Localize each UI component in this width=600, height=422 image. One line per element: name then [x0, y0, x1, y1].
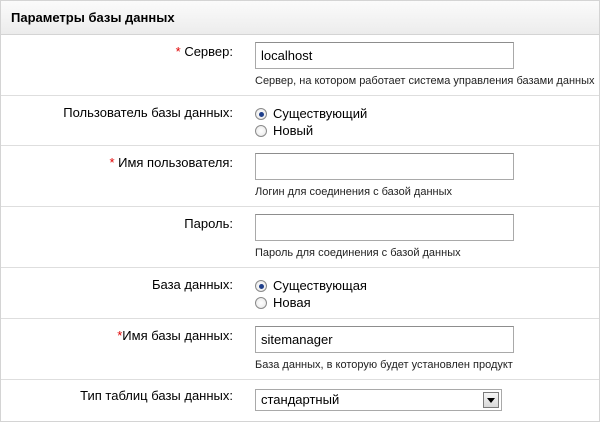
server-input[interactable] — [255, 42, 514, 69]
radio-label: Новый — [273, 123, 314, 138]
radio-button[interactable] — [255, 125, 267, 137]
username-label: * Имя пользователя: — [109, 155, 233, 170]
database-radio-group: Существующая Новая — [255, 278, 367, 312]
username-hint: Логин для соединения с базой данных — [255, 186, 453, 198]
database-label: База данных: — [151, 277, 233, 292]
username-input[interactable] — [255, 153, 514, 180]
db-name-label-text: Имя базы данных: — [122, 328, 233, 343]
table-type-label: Тип таблиц базы данных: — [80, 388, 233, 403]
select-value: стандартный — [261, 392, 340, 407]
dropdown-button[interactable] — [483, 392, 499, 408]
radio-option-new-db[interactable]: Новая — [255, 295, 367, 311]
username-row: * Имя пользователя: Логин для соединения… — [1, 146, 599, 207]
password-label: Пароль: — [184, 216, 233, 231]
server-hint: Сервер, на котором работает система упра… — [255, 75, 595, 87]
db-user-row: Пользователь базы данных: Существующий Н… — [1, 96, 599, 146]
table-type-select[interactable]: стандартный — [255, 389, 502, 411]
db-user-radio-group: Существующий Новый — [255, 106, 367, 140]
password-input[interactable] — [255, 214, 514, 241]
radio-option-existing-db[interactable]: Существующая — [255, 278, 367, 294]
password-row: Пароль: Пароль для соединения с базой да… — [1, 207, 599, 268]
radio-label: Новая — [273, 295, 311, 310]
radio-option-new-user[interactable]: Новый — [255, 123, 367, 139]
table-type-row: Тип таблиц базы данных: стандартный — [1, 380, 599, 421]
required-mark: * — [175, 44, 185, 59]
radio-label: Существующий — [273, 106, 368, 121]
table-type-field: стандартный — [255, 389, 502, 411]
db-name-input[interactable] — [255, 326, 514, 353]
panel-title: Параметры базы данных — [1, 1, 599, 35]
server-label-text: Сервер: — [184, 44, 233, 59]
server-row: * Сервер: Сервер, на котором работает си… — [1, 35, 599, 96]
db-name-row: *Имя базы данных: База данных, в которую… — [1, 319, 599, 380]
radio-button-checked[interactable] — [255, 108, 267, 120]
username-field: Логин для соединения с базой данных — [255, 153, 514, 198]
db-name-field: База данных, в которую будет установлен … — [255, 326, 514, 371]
db-name-label: *Имя базы данных: — [117, 328, 233, 343]
radio-button-checked[interactable] — [255, 280, 267, 292]
password-field: Пароль для соединения с базой данных — [255, 214, 514, 259]
required-mark: * — [109, 155, 119, 170]
username-label-text: Имя пользователя: — [118, 155, 233, 170]
db-name-hint: База данных, в которую будет установлен … — [255, 359, 513, 371]
chevron-down-icon — [487, 397, 495, 403]
radio-option-existing-user[interactable]: Существующий — [255, 106, 367, 122]
server-label: * Сервер: — [176, 44, 233, 59]
database-row: База данных: Существующая Новая — [1, 268, 599, 319]
db-user-label: Пользователь базы данных: — [63, 105, 233, 120]
radio-button[interactable] — [255, 297, 267, 309]
database-settings-panel: Параметры базы данных * Сервер: Сервер, … — [0, 0, 600, 422]
server-field: Сервер, на котором работает система упра… — [255, 42, 595, 87]
password-hint: Пароль для соединения с базой данных — [255, 247, 461, 259]
radio-label: Существующая — [273, 278, 367, 293]
